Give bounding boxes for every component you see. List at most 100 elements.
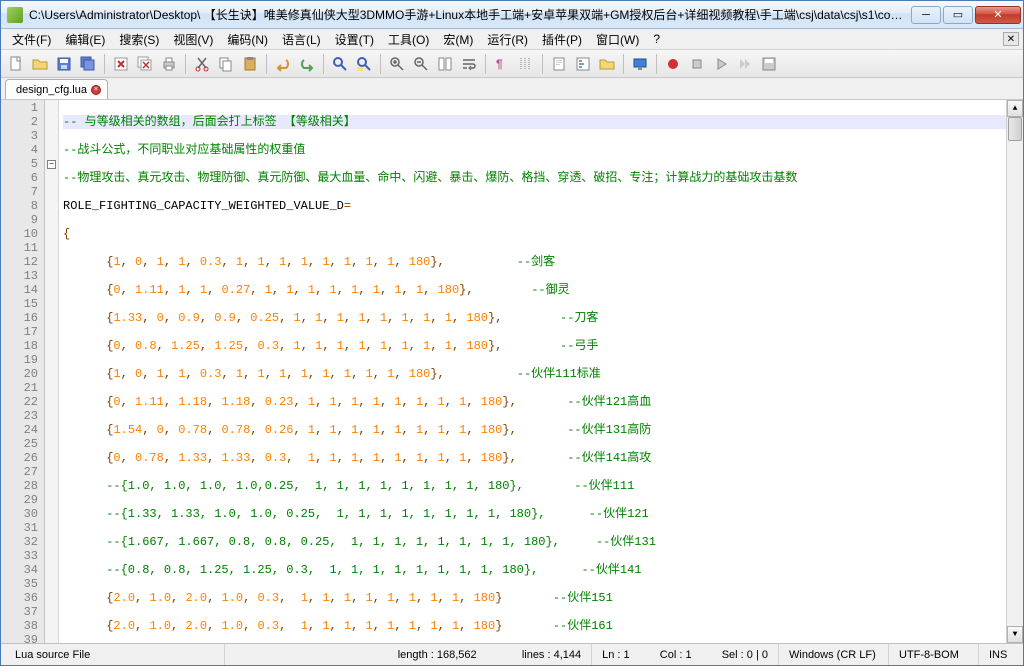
statusbar: Lua source File length : 168,562 lines :… [1, 643, 1023, 665]
menu-help[interactable]: ? [646, 30, 667, 48]
code-line: {0, 0.78, 1.33, 1.33, 0.3, 1, 1, 1, 1, 1… [63, 451, 1006, 465]
paste-icon[interactable] [239, 53, 261, 75]
code-line: {0, 0.8, 1.25, 1.25, 0.3, 1, 1, 1, 1, 1,… [63, 339, 1006, 353]
find-icon[interactable] [329, 53, 351, 75]
window-titlebar: C:\Users\Administrator\Desktop\ 【长生诀】唯美修… [1, 1, 1023, 29]
toolbar-separator [323, 54, 324, 74]
menu-plugins[interactable]: 插件(P) [535, 29, 589, 50]
show-chars-icon[interactable]: ¶ [491, 53, 513, 75]
toolbar-separator [380, 54, 381, 74]
menu-search[interactable]: 搜索(S) [112, 29, 166, 50]
tab-close-icon[interactable]: × [91, 85, 101, 95]
menu-macro[interactable]: 宏(M) [436, 29, 480, 50]
save-icon[interactable] [53, 53, 75, 75]
close-all-icon[interactable] [134, 53, 156, 75]
vertical-scrollbar[interactable]: ▲ ▼ [1006, 100, 1023, 643]
wordwrap-icon[interactable] [458, 53, 480, 75]
toolbar-separator [485, 54, 486, 74]
app-icon [7, 7, 23, 23]
window-title: C:\Users\Administrator\Desktop\ 【长生诀】唯美修… [29, 6, 909, 23]
window-controls: ─ ▭ ✕ [909, 6, 1021, 24]
menu-encoding[interactable]: 编码(N) [220, 29, 275, 50]
code-line: {0, 1.11, 1.18, 1.18, 0.23, 1, 1, 1, 1, … [63, 395, 1006, 409]
menu-view[interactable]: 视图(V) [166, 29, 220, 50]
play-multi-icon[interactable] [734, 53, 756, 75]
minimize-button[interactable]: ─ [911, 6, 941, 24]
indent-guide-icon[interactable] [515, 53, 537, 75]
function-list-icon[interactable] [572, 53, 594, 75]
sync-scroll-icon[interactable] [434, 53, 456, 75]
code-line: {1.54, 0, 0.78, 0.78, 0.26, 1, 1, 1, 1, … [63, 423, 1006, 437]
scroll-up-icon[interactable]: ▲ [1007, 100, 1023, 117]
menu-language[interactable]: 语言(L) [275, 29, 328, 50]
status-encoding[interactable]: UTF-8-BOM [889, 644, 979, 665]
toolbar: ¶ [1, 50, 1023, 78]
code-area[interactable]: -- 与等级相关的数组，后面会打上标签 【等级相关】 --战斗公式，不同职业对应… [59, 100, 1006, 643]
monitor-icon[interactable] [629, 53, 651, 75]
stop-macro-icon[interactable] [686, 53, 708, 75]
menu-file[interactable]: 文件(F) [5, 29, 58, 50]
folder-icon[interactable] [596, 53, 618, 75]
fold-gutter: − [45, 100, 59, 643]
code-line: ROLE_FIGHTING_CAPACITY_WEIGHTED_VALUE_D [63, 199, 344, 213]
replace-icon[interactable] [353, 53, 375, 75]
toolbar-separator [656, 54, 657, 74]
menubar-close-icon[interactable]: ✕ [1003, 32, 1019, 46]
cut-icon[interactable] [191, 53, 213, 75]
tab-label: design_cfg.lua [16, 84, 87, 96]
zoom-in-icon[interactable] [386, 53, 408, 75]
code-line: --战斗公式，不同职业对应基础属性的权重值 [63, 143, 305, 157]
copy-icon[interactable] [215, 53, 237, 75]
menu-window[interactable]: 窗口(W) [589, 29, 646, 50]
line-number-gutter: 12345678910 11121314151617181920 2122232… [1, 100, 45, 643]
toolbar-separator [623, 54, 624, 74]
code-line: {1, 0, 1, 1, 0.3, 1, 1, 1, 1, 1, 1, 1, 1… [63, 367, 1006, 381]
code-line: {2.0, 1.0, 2.0, 1.0, 0.3, 1, 1, 1, 1, 1,… [63, 619, 1006, 633]
new-file-icon[interactable] [5, 53, 27, 75]
menu-settings[interactable]: 设置(T) [328, 29, 381, 50]
code-line: {2.0, 1.0, 2.0, 1.0, 0.3, 1, 1, 1, 1, 1,… [63, 591, 1006, 605]
maximize-button[interactable]: ▭ [943, 6, 973, 24]
status-insert-mode[interactable]: INS [979, 644, 1019, 665]
print-icon[interactable] [158, 53, 180, 75]
code-line: {1.33, 0, 0.9, 0.9, 0.25, 1, 1, 1, 1, 1,… [63, 311, 1006, 325]
editor: 12345678910 11121314151617181920 2122232… [1, 100, 1023, 643]
play-macro-icon[interactable] [710, 53, 732, 75]
code-line: --{1.0, 1.0, 1.0, 1.0,0.25, 1, 1, 1, 1, … [63, 479, 634, 493]
close-file-icon[interactable] [110, 53, 132, 75]
code-line: --物理攻击、真元攻击、物理防御、真元防御、最大血量、命中、闪避、暴击、爆防、格… [63, 171, 797, 185]
toolbar-separator [542, 54, 543, 74]
redo-icon[interactable] [296, 53, 318, 75]
tab-active[interactable]: design_cfg.lua × [5, 79, 108, 99]
scroll-down-icon[interactable]: ▼ [1007, 626, 1023, 643]
undo-icon[interactable] [272, 53, 294, 75]
toolbar-separator [104, 54, 105, 74]
svg-text:¶: ¶ [496, 57, 503, 71]
toolbar-separator [185, 54, 186, 74]
scroll-thumb[interactable] [1008, 117, 1022, 141]
code-line: {1, 0, 1, 1, 0.3, 1, 1, 1, 1, 1, 1, 1, 1… [63, 255, 1006, 269]
fold-toggle-icon[interactable]: − [47, 160, 56, 169]
status-position: Ln : 1 Col : 1 Sel : 0 | 0 [592, 644, 779, 665]
menu-run[interactable]: 运行(R) [480, 29, 535, 50]
scroll-track[interactable] [1007, 117, 1023, 626]
doc-map-icon[interactable] [548, 53, 570, 75]
close-button[interactable]: ✕ [975, 6, 1021, 24]
record-macro-icon[interactable] [662, 53, 684, 75]
menubar: 文件(F) 编辑(E) 搜索(S) 视图(V) 编码(N) 语言(L) 设置(T… [1, 29, 1023, 50]
save-macro-icon[interactable] [758, 53, 780, 75]
code-line: -- 与等级相关的数组，后面会打上标签 【等级相关】 [63, 115, 356, 129]
code-line: { [63, 227, 70, 241]
menu-edit[interactable]: 编辑(E) [58, 29, 112, 50]
code-line: --{1.33, 1.33, 1.0, 1.0, 0.25, 1, 1, 1, … [63, 507, 649, 521]
status-eol[interactable]: Windows (CR LF) [779, 644, 889, 665]
code-line: --{0.8, 0.8, 1.25, 1.25, 0.3, 1, 1, 1, 1… [63, 563, 642, 577]
save-all-icon[interactable] [77, 53, 99, 75]
toolbar-separator [266, 54, 267, 74]
zoom-out-icon[interactable] [410, 53, 432, 75]
tabbar: design_cfg.lua × [1, 78, 1023, 100]
open-file-icon[interactable] [29, 53, 51, 75]
menu-tools[interactable]: 工具(O) [381, 29, 436, 50]
code-line: --{1.667, 1.667, 0.8, 0.8, 0.25, 1, 1, 1… [63, 535, 656, 549]
code-line: {0, 1.11, 1, 1, 0.27, 1, 1, 1, 1, 1, 1, … [63, 283, 1006, 297]
